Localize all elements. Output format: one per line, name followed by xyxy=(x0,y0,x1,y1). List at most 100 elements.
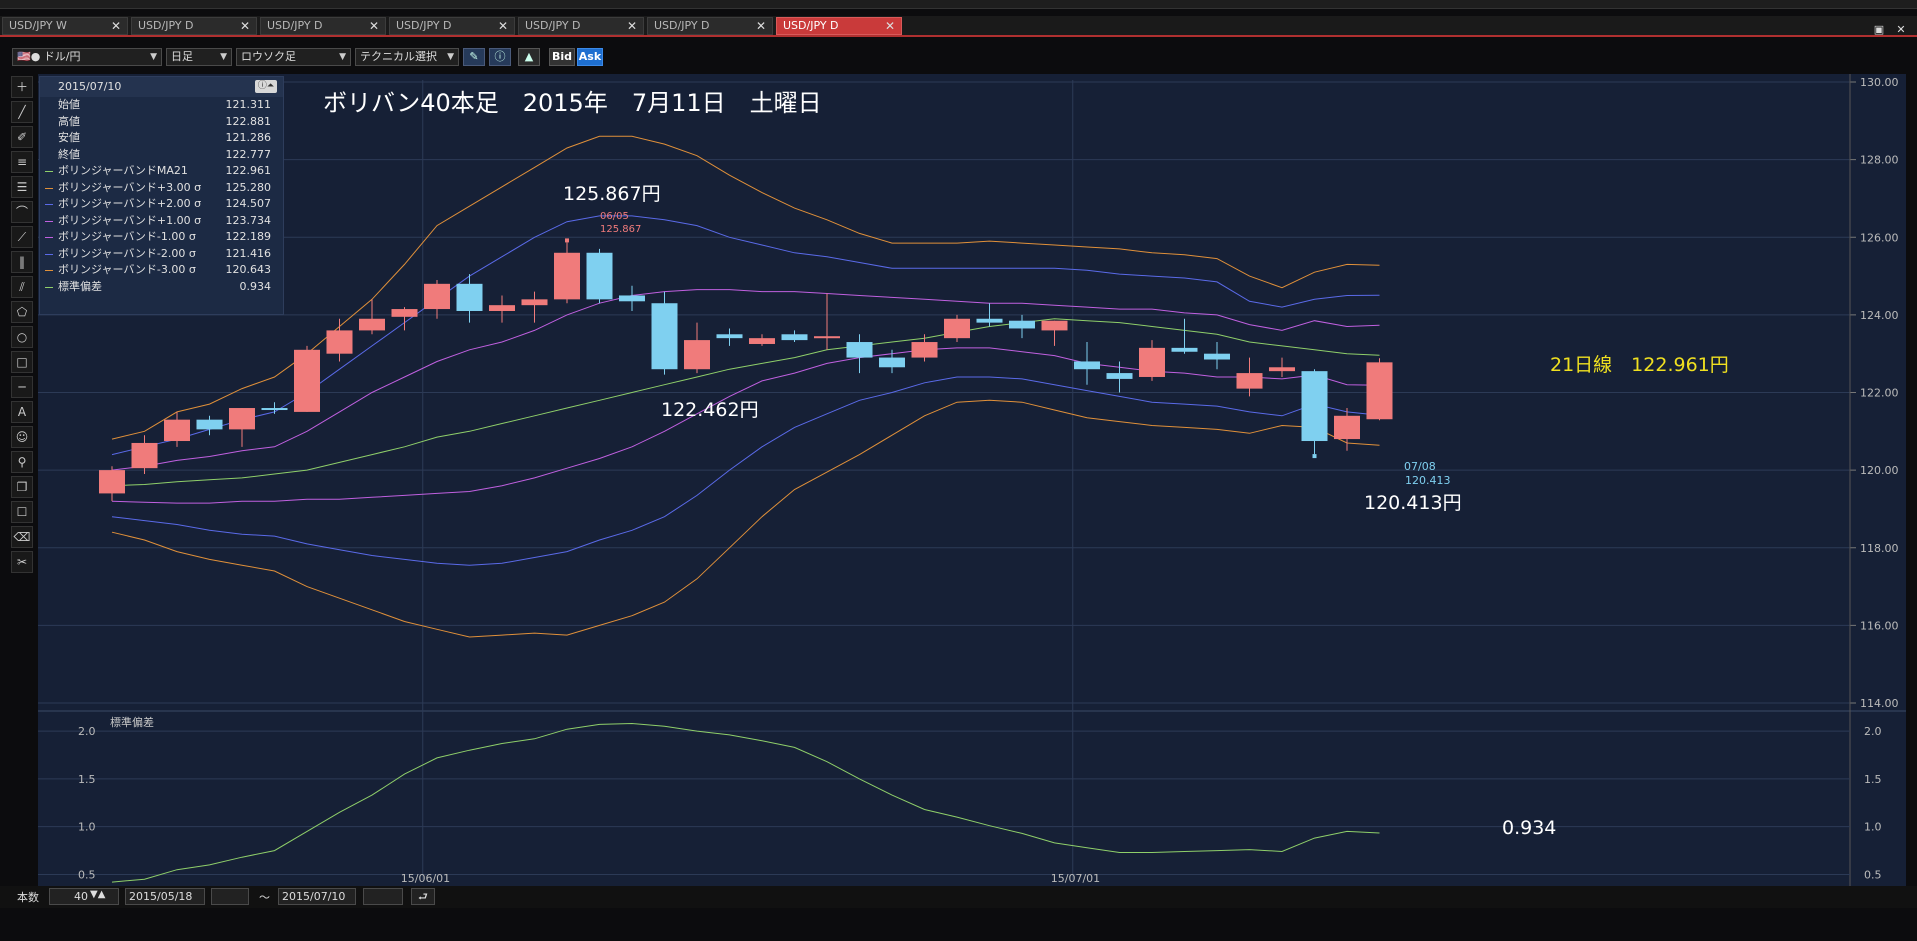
candle-body[interactable] xyxy=(1204,353,1230,360)
count-value: 40 xyxy=(74,890,88,903)
candle-body[interactable] xyxy=(196,419,223,430)
info-row: ボリンジャーバンドMA21 122.961 xyxy=(40,163,283,180)
y-tick-label: 116.00 xyxy=(1860,619,1899,632)
info-row-value: 121.311 xyxy=(225,98,272,111)
count-stepper[interactable]: 40 xyxy=(49,888,119,905)
candle-body[interactable] xyxy=(489,305,515,311)
info-row-label: 標準偏差 xyxy=(58,279,102,293)
series-color-marker xyxy=(45,171,53,172)
info-row-value: 121.286 xyxy=(225,131,272,144)
info-panel-header: 2015/07/10 ⓘ⏶ xyxy=(40,77,283,97)
candle-body[interactable] xyxy=(554,252,580,300)
candle-body[interactable] xyxy=(456,283,483,311)
price-axis: 114.00 116.00 118.00 120.00 122.00 124.00 126.… xyxy=(1849,74,1899,886)
info-row: ボリンジャーバンド-3.00 σ 120.643 xyxy=(40,262,283,279)
candle-body[interactable] xyxy=(1041,320,1068,331)
candle-body[interactable] xyxy=(1366,362,1393,420)
stddev-right-tick-label: 1.0 xyxy=(1864,821,1882,834)
candle-body[interactable] xyxy=(716,334,743,339)
info-row-value: 121.416 xyxy=(225,246,272,260)
candle-body[interactable] xyxy=(131,442,158,469)
series-color-marker xyxy=(45,253,53,255)
candle-body[interactable] xyxy=(781,334,808,341)
candle-body[interactable] xyxy=(99,470,125,494)
y-tick-label: 120.00 xyxy=(1860,464,1899,477)
x-tick-label: 15/06/01 xyxy=(401,872,450,885)
high-marker-value: 125.867 xyxy=(600,224,641,235)
candle-body[interactable] xyxy=(1106,373,1133,379)
y-tick-label: 114.00 xyxy=(1860,697,1899,710)
return-icon[interactable]: ⮐ xyxy=(411,888,435,905)
candle-body[interactable] xyxy=(1009,320,1035,329)
start-time-field[interactable] xyxy=(211,888,249,905)
candle-body[interactable] xyxy=(391,309,418,317)
range-separator: ～ xyxy=(259,891,270,904)
end-date-field[interactable]: 2015/07/10 xyxy=(278,888,356,905)
candle-body[interactable] xyxy=(814,336,840,339)
stddev-right-tick-label: 0.5 xyxy=(1864,868,1882,881)
candle-body[interactable] xyxy=(1269,367,1295,372)
candle-body[interactable] xyxy=(294,349,320,412)
end-date-value: 2015/07/10 xyxy=(282,890,346,903)
candle-body[interactable] xyxy=(976,318,1003,323)
info-row-label: 始値 xyxy=(58,98,80,111)
low-price-annotation: 120.413円 xyxy=(1364,492,1462,514)
high-marker xyxy=(565,238,569,243)
stddev-value-annotation: 0.934 xyxy=(1502,817,1556,839)
stddev-left-tick-label: 1.0 xyxy=(78,821,96,834)
stddev-panel-label: 標準偏差 xyxy=(110,715,154,729)
info-row-value: 123.734 xyxy=(225,213,272,227)
info-row-label: ボリンジャーバンドMA21 xyxy=(58,164,188,177)
candle-body[interactable] xyxy=(846,342,873,358)
candle-body[interactable] xyxy=(651,303,678,370)
end-time-field[interactable] xyxy=(363,888,403,905)
candle-body[interactable] xyxy=(586,252,613,300)
candle-body[interactable] xyxy=(229,408,255,430)
info-row: ボリンジャーバンド-2.00 σ 121.416 xyxy=(40,246,283,263)
candle-body[interactable] xyxy=(879,357,905,368)
candle-body[interactable] xyxy=(944,318,970,339)
stddev-series xyxy=(111,722,1380,883)
stepper-arrows-icon[interactable]: ▼▲ xyxy=(90,889,105,900)
info-row-label: ボリンジャーバンド+2.00 σ xyxy=(58,197,202,210)
y-tick-label: 128.00 xyxy=(1860,154,1899,167)
series-color-marker xyxy=(45,270,53,271)
low-marker-date: 07/08 xyxy=(1404,460,1436,473)
candle-body[interactable] xyxy=(261,408,288,411)
low-marker-value: 120.413 xyxy=(1405,474,1451,487)
low-marker xyxy=(1312,454,1317,459)
y-tick-label: 124.00 xyxy=(1860,309,1899,322)
candle-body[interactable] xyxy=(326,330,353,354)
info-row-value: 122.189 xyxy=(225,230,272,243)
candle-body[interactable] xyxy=(1334,415,1360,440)
start-date-value: 2015/05/18 xyxy=(129,890,193,903)
candle-body[interactable] xyxy=(911,342,938,358)
candle-body[interactable] xyxy=(619,295,645,302)
candle-body[interactable] xyxy=(684,340,710,370)
stddev-left-tick-label: 1.5 xyxy=(78,773,96,786)
candle-body[interactable] xyxy=(749,338,775,344)
candlestick-chart[interactable]: 114.00 116.00 118.00 120.00 122.00 124.00 126.… xyxy=(0,0,1917,941)
high-price-annotation: 125.867円 xyxy=(563,183,661,205)
candle-body[interactable] xyxy=(1236,373,1263,389)
candle-body[interactable] xyxy=(1301,371,1328,442)
candle-body[interactable] xyxy=(1074,361,1100,370)
y-tick-label: 126.00 xyxy=(1860,231,1899,244)
count-label: 本数 xyxy=(17,891,39,904)
candle-body[interactable] xyxy=(521,299,548,306)
start-date-field[interactable]: 2015/05/18 xyxy=(125,888,205,905)
candle-body[interactable] xyxy=(359,318,385,331)
info-row-label: ボリンジャーバンド+3.00 σ xyxy=(58,180,202,194)
candle-body[interactable] xyxy=(424,283,450,310)
info-row-value: 0.934 xyxy=(239,279,272,293)
info-row: ボリンジャーバンド-1.00 σ 122.189 xyxy=(40,229,283,246)
info-row-value: 120.643 xyxy=(225,263,272,276)
info-collapse-icon[interactable]: ⓘ⏶ xyxy=(255,80,277,93)
stddev-right-tick-label: 1.5 xyxy=(1864,773,1882,786)
candle-body[interactable] xyxy=(164,419,190,442)
candle-body[interactable] xyxy=(1171,347,1198,352)
y-tick-label: 130.00 xyxy=(1860,76,1899,89)
info-row: 始値 121.311 xyxy=(40,97,283,114)
info-row-value: 124.507 xyxy=(225,197,272,210)
candle-body[interactable] xyxy=(1139,347,1165,377)
